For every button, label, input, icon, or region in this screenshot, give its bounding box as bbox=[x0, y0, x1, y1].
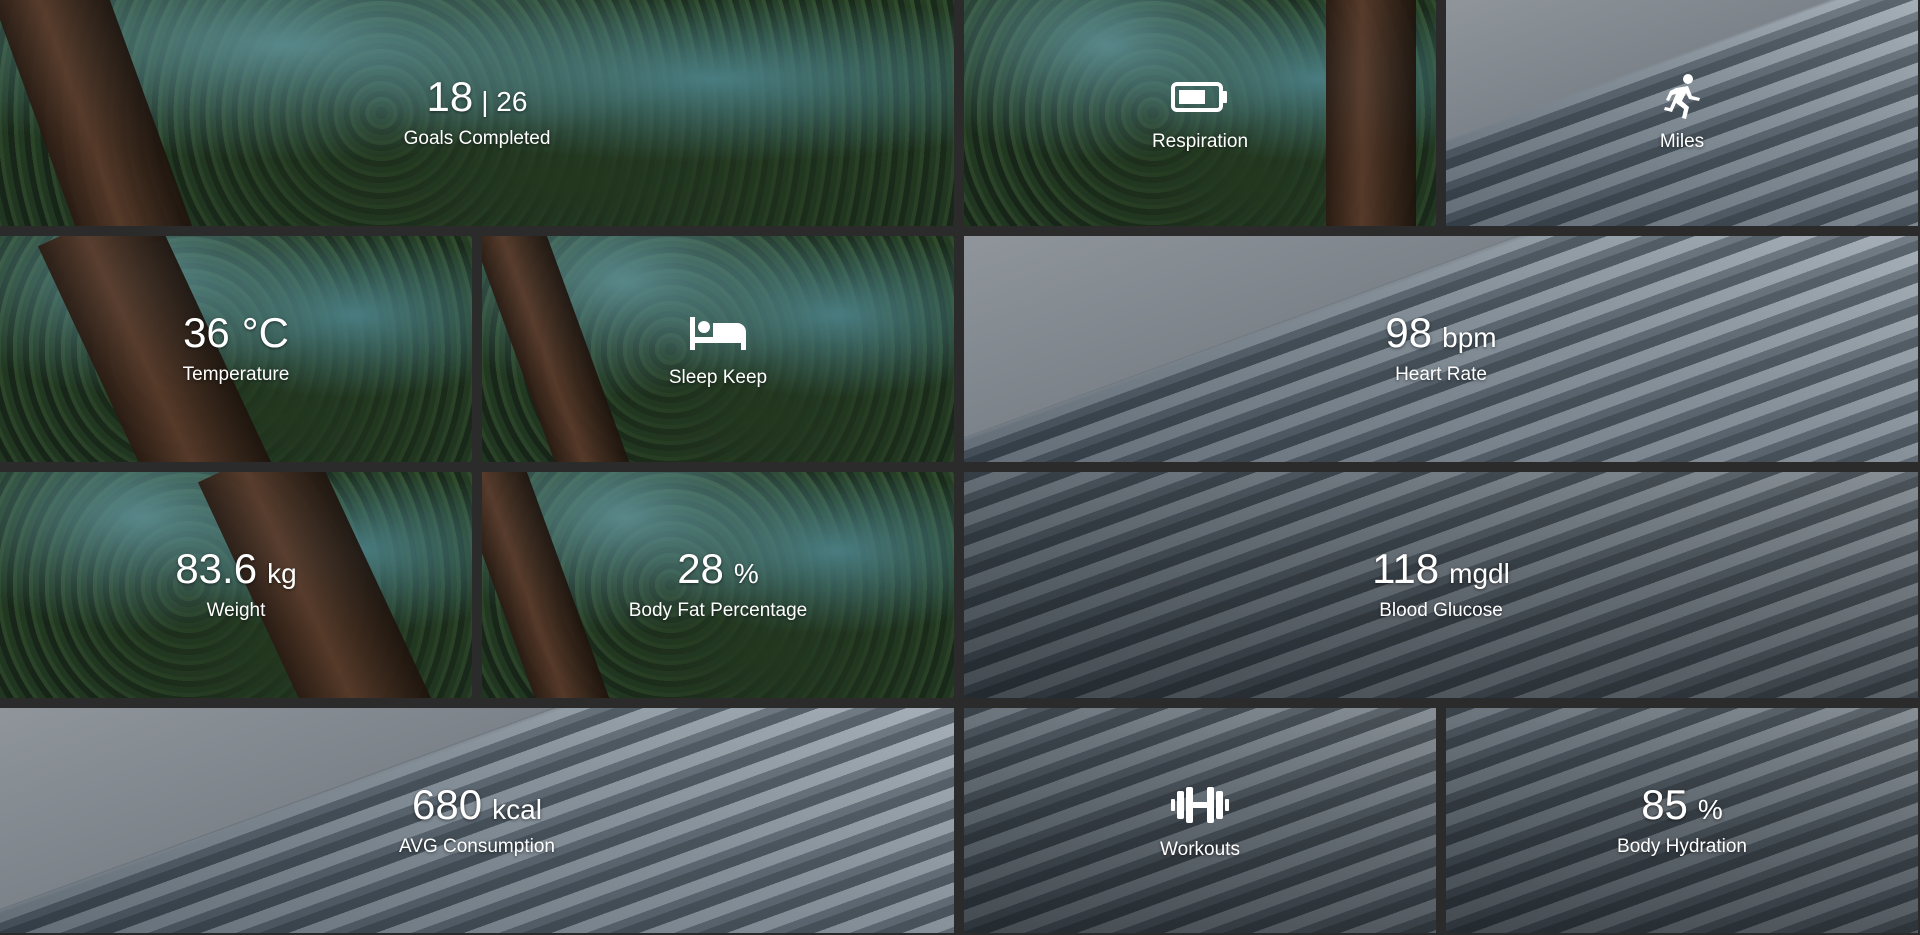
body-fat-value: 28 bbox=[677, 545, 724, 592]
miles-label: Miles bbox=[1659, 131, 1705, 152]
temperature-value: 36 bbox=[183, 309, 230, 356]
weight-label: Weight bbox=[206, 600, 266, 621]
body-fat-tile[interactable]: 28 % Body Fat Percentage bbox=[482, 472, 954, 698]
avg-consumption-tile[interactable]: 680 kcal AVG Consumption bbox=[0, 708, 954, 933]
temperature-tile[interactable]: 36 °C Temperature bbox=[0, 236, 472, 462]
miles-tile[interactable]: Miles bbox=[1446, 0, 1918, 226]
goals-total: | 26 bbox=[481, 86, 528, 117]
workouts-label: Workouts bbox=[1160, 838, 1240, 860]
respiration-label: Respiration bbox=[1151, 131, 1249, 152]
weight-tile[interactable]: 83.6 kg Weight bbox=[0, 472, 472, 698]
dumbbell-icon bbox=[1171, 781, 1229, 829]
tree-trunk bbox=[1326, 0, 1416, 226]
hydration-unit: % bbox=[1697, 793, 1723, 825]
workouts-tile[interactable]: Workouts bbox=[964, 708, 1436, 933]
dashboard-grid: 18 | 26 Goals Completed Respiration Mile… bbox=[0, 0, 1920, 935]
heart-rate-tile[interactable]: 98 bpm Heart Rate bbox=[964, 236, 1918, 462]
goals-value: 18 bbox=[426, 73, 474, 120]
blood-glucose-value: 118 bbox=[1372, 545, 1440, 592]
sleep-keep-tile[interactable]: Sleep Keep bbox=[482, 236, 954, 462]
hydration-label: Body Hydration bbox=[1617, 835, 1747, 857]
blood-glucose-tile[interactable]: 118 mgdl Blood Glucose bbox=[964, 472, 1918, 698]
consumption-label: AVG Consumption bbox=[399, 835, 555, 857]
body-hydration-tile[interactable]: 85 % Body Hydration bbox=[1446, 708, 1918, 933]
consumption-unit: kcal bbox=[492, 793, 542, 825]
heart-rate-unit: bpm bbox=[1442, 322, 1497, 353]
body-fat-unit: % bbox=[733, 558, 759, 589]
bed-icon bbox=[689, 309, 747, 357]
heart-rate-value: 98 bbox=[1385, 309, 1433, 356]
weight-value: 83.6 bbox=[175, 545, 258, 592]
battery-icon bbox=[1170, 73, 1229, 121]
blood-glucose-label: Blood Glucose bbox=[1379, 600, 1503, 621]
goals-label: Goals Completed bbox=[403, 128, 551, 149]
sleep-keep-label: Sleep Keep bbox=[668, 367, 768, 388]
goals-completed-tile[interactable]: 18 | 26 Goals Completed bbox=[0, 0, 954, 226]
weight-unit: kg bbox=[267, 558, 297, 589]
hydration-value: 85 bbox=[1641, 780, 1688, 828]
running-person-icon bbox=[1662, 73, 1702, 121]
temperature-unit: °C bbox=[241, 309, 289, 356]
heart-rate-label: Heart Rate bbox=[1395, 364, 1487, 385]
body-fat-label: Body Fat Percentage bbox=[628, 600, 808, 621]
blood-glucose-unit: mgdl bbox=[1449, 558, 1510, 589]
temperature-label: Temperature bbox=[182, 364, 290, 385]
respiration-tile[interactable]: Respiration bbox=[964, 0, 1436, 226]
consumption-value: 680 bbox=[412, 780, 483, 828]
